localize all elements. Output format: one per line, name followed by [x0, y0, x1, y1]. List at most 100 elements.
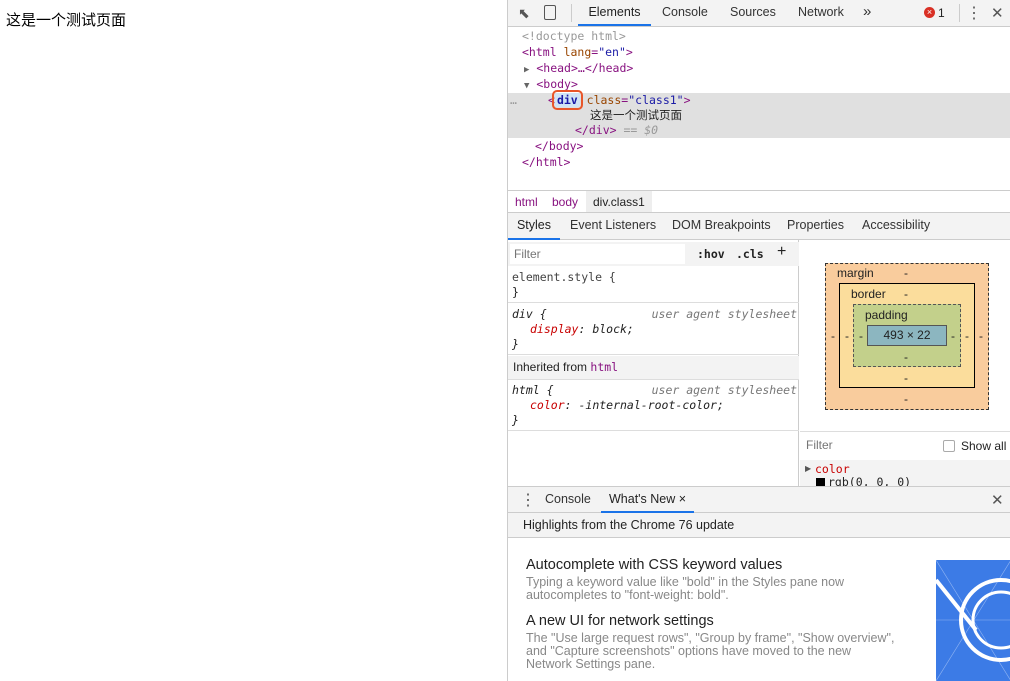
selector: div {: [512, 307, 547, 321]
tab-elements[interactable]: Elements: [578, 0, 651, 26]
styles-filter-bar: :hov .cls +: [508, 242, 799, 266]
hov-button[interactable]: :hov: [697, 247, 725, 261]
expand-triangle-icon[interactable]: ▶: [524, 65, 529, 75]
close-icon[interactable]: ✕: [991, 4, 1004, 22]
styles-filter-input[interactable]: [510, 244, 685, 264]
element-style-rule[interactable]: element.style { }: [508, 267, 799, 303]
margin-right-value[interactable]: -: [979, 329, 983, 343]
styles-subtabs: Styles Event Listeners DOM Breakpoints P…: [508, 213, 1010, 240]
padding-right-value[interactable]: -: [951, 329, 955, 343]
border-left-value[interactable]: -: [845, 329, 849, 343]
styles-pane: :hov .cls + element.style { } div { user …: [508, 240, 799, 486]
error-icon[interactable]: ×: [924, 7, 935, 18]
html-close-node[interactable]: </html>: [522, 154, 570, 170]
doctype-node[interactable]: <!doctype html>: [522, 28, 626, 44]
devtools-toolbar: ⬉ Elements Console Sources Network » × 1…: [508, 0, 1010, 27]
html-rule[interactable]: html { user agent stylesheet color: -inte…: [508, 380, 799, 431]
margin-bottom-value[interactable]: -: [904, 392, 908, 406]
new-style-rule-button[interactable]: +: [777, 243, 786, 261]
feature-description: Typing a keyword value like "bold" in th…: [526, 575, 845, 602]
property-name[interactable]: color: [530, 398, 565, 412]
feature-title[interactable]: Autocomplete with CSS keyword values: [526, 557, 896, 573]
page-text: 这是一个测试页面: [6, 12, 127, 29]
attr-name: class: [586, 93, 622, 107]
tab-accessibility[interactable]: Accessibility: [862, 213, 930, 239]
close-tab-icon[interactable]: ×: [679, 492, 686, 506]
margin-top-value[interactable]: -: [904, 266, 908, 280]
border-label: border: [851, 287, 886, 301]
computed-pane: Show all ▶ color rgb(0, 0, 0): [800, 431, 1010, 487]
drawer-menu-icon[interactable]: ⋮: [520, 490, 536, 510]
tab-network[interactable]: Network: [798, 0, 844, 26]
tab-styles[interactable]: Styles: [508, 213, 560, 240]
property-value[interactable]: : -internal-root-color;: [565, 398, 724, 412]
collapse-triangle-icon[interactable]: ▼: [524, 81, 529, 91]
inherited-header: Inherited from html: [508, 356, 799, 380]
computed-filter-input[interactable]: [802, 435, 922, 455]
body-node[interactable]: ▼ <body>: [524, 76, 578, 92]
selector: html {: [512, 383, 554, 397]
rule-source[interactable]: user agent stylesheet: [652, 307, 797, 322]
tab-sources[interactable]: Sources: [730, 0, 776, 26]
breadcrumb-body[interactable]: body: [552, 195, 578, 209]
border-bottom-value[interactable]: -: [904, 371, 908, 385]
div-rule[interactable]: div { user agent stylesheet display: bloc…: [508, 304, 799, 355]
whats-new-header: Highlights from the Chrome 76 update: [508, 513, 1010, 538]
chrome-devtools-logo-image: [936, 560, 1010, 681]
text-node[interactable]: 这是一个测试页面: [590, 107, 682, 123]
device-toolbar-icon[interactable]: [544, 5, 556, 20]
attr-value: "en": [598, 45, 626, 59]
cls-button[interactable]: .cls: [736, 247, 764, 261]
error-count[interactable]: 1: [938, 6, 945, 20]
inspect-element-icon[interactable]: ⬉: [518, 5, 530, 22]
more-tabs-button[interactable]: »: [863, 0, 871, 26]
property-name[interactable]: display: [530, 322, 578, 336]
selected-marker: == $0: [623, 123, 659, 137]
drawer-close-icon[interactable]: ✕: [991, 491, 1004, 509]
brace: }: [512, 413, 519, 427]
brace: }: [512, 285, 519, 299]
show-all-checkbox[interactable]: [943, 440, 955, 452]
feature-title[interactable]: A new UI for network settings: [526, 613, 896, 629]
breadcrumb-div-class1[interactable]: div.class1: [586, 191, 652, 212]
tab-console[interactable]: Console: [662, 0, 708, 26]
expand-triangle-icon[interactable]: ▶: [805, 464, 811, 473]
padding-bottom-value[interactable]: -: [904, 350, 908, 364]
breadcrumb-html[interactable]: html: [515, 195, 538, 209]
html-node[interactable]: <html lang="en">: [522, 44, 633, 60]
div-node[interactable]: < div class="class1">: [548, 90, 691, 110]
body-close-node[interactable]: </body>: [535, 138, 583, 154]
tab-properties[interactable]: Properties: [787, 213, 844, 239]
tag: <body>: [536, 77, 578, 91]
rule-source[interactable]: user agent stylesheet: [652, 383, 797, 398]
dom-tree: <!doctype html> <html lang="en"> ▶ <head…: [508, 27, 1010, 190]
attr-name: lang: [563, 45, 592, 59]
divider: [959, 4, 960, 22]
inherited-from-link[interactable]: html: [590, 360, 618, 374]
drawer-tab-console[interactable]: Console: [545, 487, 591, 513]
divider: [571, 4, 572, 22]
devtools-panel: ⬉ Elements Console Sources Network » × 1…: [507, 0, 1010, 681]
node-actions-ellipsis[interactable]: …: [510, 92, 517, 108]
div-close-node[interactable]: </div> == $0: [575, 122, 658, 138]
margin-left-value[interactable]: -: [831, 329, 835, 343]
property-value[interactable]: : block;: [578, 322, 633, 336]
show-all-label[interactable]: Show all: [961, 439, 1006, 453]
tab-event-listeners[interactable]: Event Listeners: [570, 213, 656, 239]
box-model: 493 × 22 margin - border - padding - - -…: [800, 240, 1010, 430]
border-top-value[interactable]: -: [904, 287, 908, 301]
drawer-tab-whats-new[interactable]: What's New ×: [601, 487, 695, 513]
border-right-value[interactable]: -: [965, 329, 969, 343]
menu-icon[interactable]: ⋮: [966, 3, 982, 23]
content-box[interactable]: 493 × 22: [867, 325, 947, 346]
attr-value: "class1": [628, 93, 684, 107]
inherited-label: Inherited from: [513, 360, 588, 374]
tag: >: [625, 45, 633, 59]
tab-dom-breakpoints[interactable]: DOM Breakpoints: [672, 213, 771, 239]
head-node[interactable]: ▶ <head>…</head>: [524, 60, 633, 76]
padding-left-value[interactable]: -: [859, 329, 863, 343]
tab-label: What's New: [609, 492, 676, 506]
tag: <head>…</head>: [536, 61, 634, 75]
brace: }: [512, 337, 519, 351]
computed-property[interactable]: ▶ color rgb(0, 0, 0): [800, 460, 1010, 487]
